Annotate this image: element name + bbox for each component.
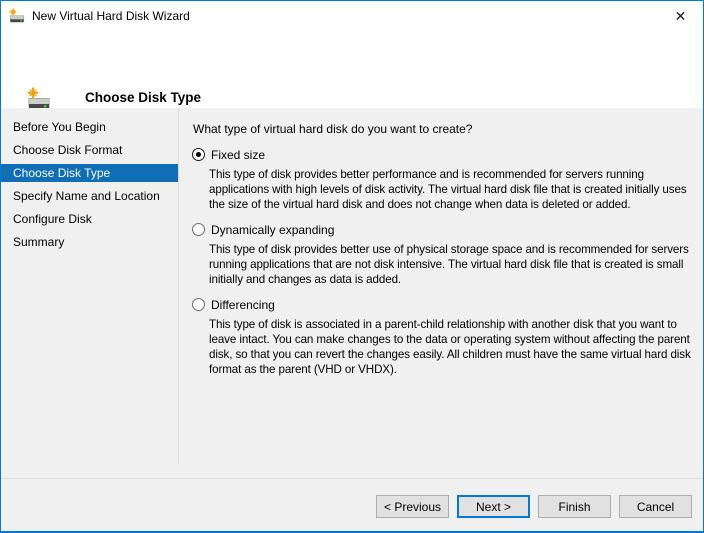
radio-label: Dynamically expanding <box>211 223 334 237</box>
option-description-differencing: This type of disk is associated in a par… <box>209 317 691 377</box>
sidebar-item-choose-disk-format: Choose Disk Format <box>1 141 178 159</box>
finish-button[interactable]: Finish <box>538 495 611 518</box>
window-title: New Virtual Hard Disk Wizard <box>32 9 190 23</box>
question-label: What type of virtual hard disk do you wa… <box>193 122 695 136</box>
title-bar: New Virtual Hard Disk Wizard ✕ <box>1 1 703 31</box>
wizard-window: New Virtual Hard Disk Wizard ✕ Choose Di… <box>0 0 704 533</box>
radio-button-icon[interactable] <box>192 298 205 311</box>
radio-option-dynamically-expanding[interactable]: Dynamically expanding <box>193 222 695 237</box>
hard-disk-sparkle-icon <box>9 8 25 24</box>
next-button[interactable]: Next > <box>457 495 530 518</box>
radio-label: Fixed size <box>211 148 265 162</box>
radio-option-fixed-size[interactable]: Fixed size <box>193 147 695 162</box>
sidebar-item-summary: Summary <box>1 233 178 251</box>
option-description-dynamically-expanding: This type of disk provides better use of… <box>209 242 691 287</box>
page-title: Choose Disk Type <box>85 90 201 105</box>
cancel-button[interactable]: Cancel <box>619 495 692 518</box>
radio-label: Differencing <box>211 298 275 312</box>
wizard-steps-sidebar: Before You Begin Choose Disk Format Choo… <box>1 108 178 256</box>
wizard-header: Choose Disk Type <box>1 31 703 108</box>
close-button[interactable]: ✕ <box>658 1 703 31</box>
sidebar-item-specify-name-and-location: Specify Name and Location <box>1 187 178 205</box>
radio-button-icon[interactable] <box>192 223 205 236</box>
wizard-content: What type of virtual hard disk do you wa… <box>193 108 695 387</box>
sidebar-item-before-you-begin: Before You Begin <box>1 118 178 136</box>
radio-button-icon[interactable] <box>192 148 205 161</box>
option-description-fixed-size: This type of disk provides better perfor… <box>209 167 691 212</box>
radio-option-differencing[interactable]: Differencing <box>193 297 695 312</box>
previous-button[interactable]: < Previous <box>376 495 449 518</box>
sidebar-item-configure-disk: Configure Disk <box>1 210 178 228</box>
sidebar-divider <box>178 108 179 464</box>
wizard-body: Before You Begin Choose Disk Format Choo… <box>1 108 703 478</box>
button-row: < Previous Next > Finish Cancel <box>1 479 703 531</box>
sidebar-item-choose-disk-type: Choose Disk Type <box>1 164 178 182</box>
